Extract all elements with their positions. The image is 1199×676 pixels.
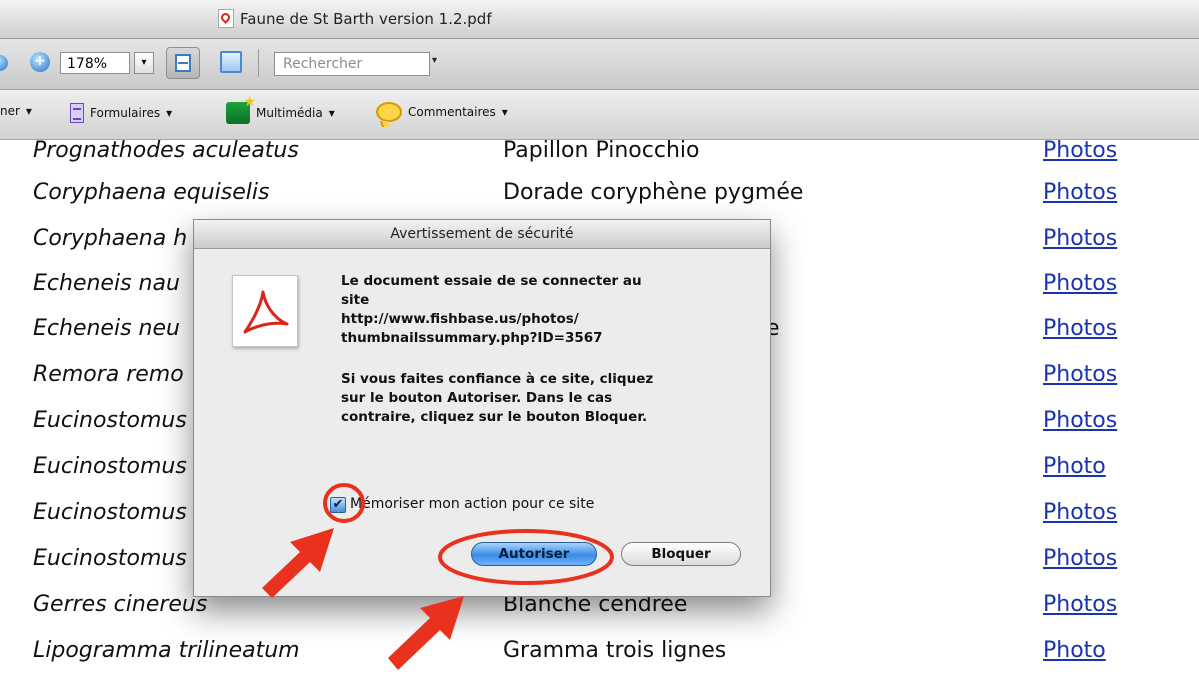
allow-button-highlight-circle xyxy=(438,529,614,585)
checkbox-highlight-circle xyxy=(323,483,365,523)
tutorial-annotations xyxy=(262,483,614,670)
arrow-icon xyxy=(388,596,464,670)
arrow-icon xyxy=(262,528,334,598)
